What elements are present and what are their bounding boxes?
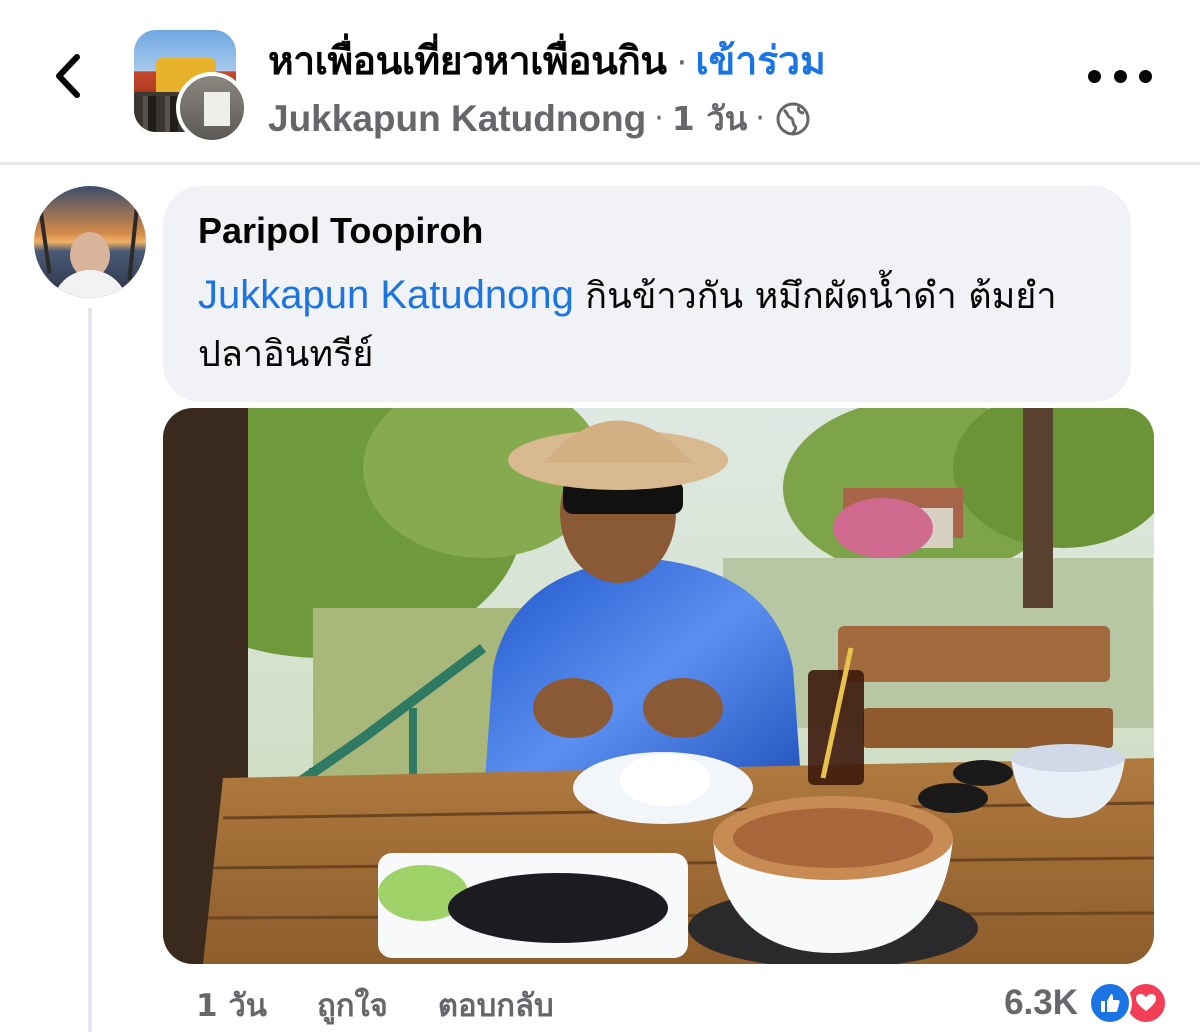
more-dots-icon xyxy=(1088,69,1101,83)
more-options-button[interactable] xyxy=(1088,64,1152,88)
post-meta: Jukkapun Katudnong · 1 วัน · xyxy=(268,92,811,145)
comment-time[interactable]: 1 วัน xyxy=(196,980,267,1030)
separator-dot: · xyxy=(676,43,688,83)
mention-link[interactable]: Jukkapun Katudnong xyxy=(198,273,574,317)
thread-line xyxy=(88,308,92,1032)
like-reaction-icon xyxy=(1088,981,1132,1025)
author-avatar[interactable] xyxy=(176,72,248,144)
commenter-name[interactable]: Paripol Toopiroh xyxy=(198,210,483,252)
separator-dot: · xyxy=(755,101,765,136)
comment-photo[interactable] xyxy=(163,408,1154,964)
header-divider xyxy=(0,162,1200,165)
separator-dot: · xyxy=(654,101,664,136)
globe-icon xyxy=(776,102,810,135)
join-group-link[interactable]: เข้าร่วม xyxy=(695,30,825,92)
commenter-avatar[interactable] xyxy=(34,186,146,298)
reply-button[interactable]: ตอบกลับ xyxy=(438,980,554,1030)
reactions-summary[interactable]: 6.3K xyxy=(1004,978,1168,1028)
back-button[interactable] xyxy=(40,44,96,108)
like-button[interactable]: ถูกใจ xyxy=(317,980,388,1030)
post-header: หาเพื่อนเที่ยวหาเพื่อนกิน · เข้าร่วม Juk… xyxy=(0,0,1200,162)
post-author-name[interactable]: Jukkapun Katudnong xyxy=(268,98,646,140)
post-time[interactable]: 1 วัน xyxy=(672,92,748,145)
group-title-row: หาเพื่อนเที่ยวหาเพื่อนกิน · เข้าร่วม xyxy=(268,30,826,92)
group-name[interactable]: หาเพื่อนเที่ยวหาเพื่อนกิน xyxy=(268,30,667,92)
comment-actions: 1 วัน ถูกใจ ตอบกลับ xyxy=(196,980,554,1030)
reaction-count: 6.3K xyxy=(1004,983,1078,1022)
photo-illustration xyxy=(163,408,1154,964)
comment-text: Jukkapun Katudnong กินข้าวกัน หมึกผัดน้ำ… xyxy=(198,266,1108,384)
chevron-left-icon xyxy=(56,54,80,98)
